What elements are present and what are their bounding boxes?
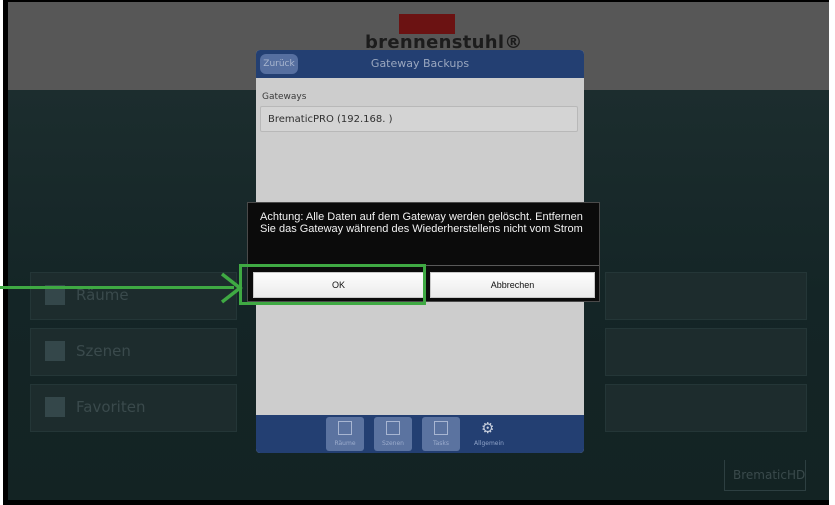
bg-tile-label: Szenen bbox=[76, 342, 131, 360]
nav-item-tasks[interactable]: Tasks bbox=[422, 417, 460, 451]
star-icon bbox=[45, 397, 65, 417]
nav-item-label: Tasks bbox=[432, 440, 450, 447]
bg-logo-text: BrematicHD bbox=[733, 468, 806, 482]
cancel-button[interactable]: Abbrechen bbox=[430, 272, 595, 298]
nav-item-label: Allgemein bbox=[474, 440, 504, 447]
gateways-label: Gateways bbox=[262, 92, 307, 102]
bg-tile-scenes: Szenen bbox=[30, 328, 237, 376]
bg-tile-right-1 bbox=[605, 272, 807, 320]
bg-tile-right-2 bbox=[605, 328, 807, 376]
rooms-icon bbox=[338, 421, 352, 435]
nav-item-scenes[interactable]: Szenen bbox=[374, 417, 412, 451]
device-frame: brennenstuhl® Räume Szenen Favoriten Bre… bbox=[3, 0, 829, 505]
bg-app-logo: BrematicHD bbox=[724, 460, 806, 491]
dialog-message: Achtung: Alle Daten auf dem Gateway werd… bbox=[260, 211, 583, 235]
tasks-icon bbox=[434, 421, 448, 435]
back-button[interactable]: Zurück bbox=[260, 54, 298, 74]
bg-tile-right-3 bbox=[605, 384, 807, 432]
pointer-arrow-line bbox=[0, 286, 234, 289]
nav-item-rooms[interactable]: Räume bbox=[326, 417, 364, 451]
scenes-icon bbox=[45, 341, 65, 361]
bg-tile-label: Favoriten bbox=[76, 398, 146, 416]
bottom-nav: Räume Szenen Tasks ⚙ Allgemein bbox=[256, 415, 584, 453]
panel-header: Gateway Backups Zurück bbox=[256, 50, 584, 78]
bg-tile-rooms: Räume bbox=[30, 272, 237, 320]
ok-button-highlight bbox=[239, 264, 426, 305]
scenes-icon bbox=[386, 421, 400, 435]
gear-icon: ⚙ bbox=[481, 419, 495, 437]
nav-item-label: Räume bbox=[334, 440, 356, 447]
gateway-select[interactable]: BrematicPRO (192.168. ) bbox=[260, 106, 578, 132]
bg-tile-favorites: Favoriten bbox=[30, 384, 237, 432]
panel-title: Gateway Backups bbox=[370, 57, 470, 70]
nav-item-label: Szenen bbox=[382, 440, 404, 447]
nav-item-general[interactable]: ⚙ Allgemein bbox=[470, 417, 508, 451]
pointer-arrow-icon bbox=[220, 272, 243, 304]
brand-logo-bar bbox=[399, 14, 455, 34]
